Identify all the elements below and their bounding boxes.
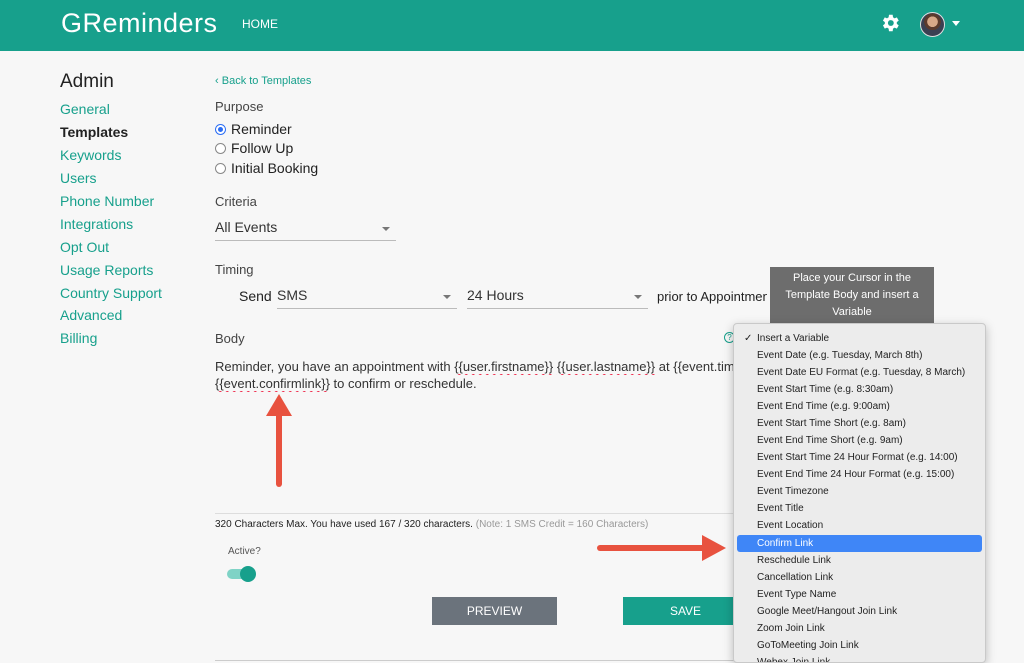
purpose-option-initial-booking[interactable]: Initial Booking	[215, 160, 318, 176]
chevron-down-icon	[634, 295, 642, 299]
sidebar-title: Admin	[60, 71, 114, 92]
sidebar-item-keywords[interactable]: Keywords	[60, 147, 121, 163]
menu-item-event-end-time[interactable]: Event End Time (e.g. 9:00am)	[737, 398, 982, 415]
brand-logo[interactable]: GReminders	[61, 8, 218, 39]
sidebar-item-billing[interactable]: Billing	[60, 330, 97, 346]
sidebar-item-usage-reports[interactable]: Usage Reports	[60, 262, 153, 278]
menu-item-cancellation-link[interactable]: Cancellation Link	[737, 569, 982, 586]
menu-item-event-start-time[interactable]: Event Start Time (e.g. 8:30am)	[737, 381, 982, 398]
purpose-option-reminder[interactable]: Reminder	[215, 121, 292, 137]
menu-item-event-type-name[interactable]: Event Type Name	[737, 586, 982, 603]
menu-item-zoom-link[interactable]: Zoom Join Link	[737, 620, 982, 637]
sidebar-item-country-support[interactable]: Country Support	[60, 285, 162, 301]
active-label: Active?	[228, 546, 261, 557]
menu-item-webex-link[interactable]: Webex Join Link	[737, 654, 982, 662]
prior-to-text: prior to Appointment S	[657, 289, 767, 304]
purpose-option-follow-up[interactable]: Follow Up	[215, 140, 293, 156]
chevron-down-icon	[443, 295, 451, 299]
send-method-value: SMS	[277, 287, 308, 303]
sidebar-item-templates[interactable]: Templates	[60, 124, 128, 140]
radio-label: Follow Up	[231, 140, 294, 156]
menu-item-event-end-time-short[interactable]: Event End Time Short (e.g. 9am)	[737, 432, 982, 449]
back-to-templates-link[interactable]: ‹ Back to Templates	[215, 75, 311, 87]
body-text: to confirm or reschedule.	[329, 376, 477, 391]
sidebar-item-users[interactable]: Users	[60, 170, 97, 186]
send-offset-select[interactable]: 24 Hours	[467, 287, 648, 309]
menu-item-google-meet-link[interactable]: Google Meet/Hangout Join Link	[737, 603, 982, 620]
checkmark-icon: ✓	[744, 333, 753, 344]
annotation-arrow-up	[266, 394, 292, 487]
insert-variable-tooltip: Place your Cursor in the Template Body a…	[770, 267, 934, 325]
chevron-left-icon: ‹	[215, 75, 219, 87]
sms-credit-note: (Note: 1 SMS Credit = 160 Characters)	[475, 519, 649, 530]
insert-variable-menu[interactable]: ✓ Insert a Variable Event Date (e.g. Tues…	[733, 323, 986, 663]
radio-button[interactable]	[215, 162, 226, 174]
sidebar-item-opt-out[interactable]: Opt Out	[60, 239, 109, 255]
character-count-text: 320 Characters Max. You have used 167 / …	[215, 519, 473, 530]
menu-item-reschedule-link[interactable]: Reschedule Link	[737, 552, 982, 569]
back-link-label: Back to Templates	[221, 75, 312, 87]
save-button[interactable]: SAVE	[623, 597, 748, 625]
sidebar-item-advanced[interactable]: Advanced	[60, 307, 122, 323]
criteria-select[interactable]: All Events	[215, 219, 396, 241]
annotation-arrow-right	[597, 535, 726, 561]
variable-token: {{event.tim	[673, 359, 735, 374]
menu-item-event-end-time-24h[interactable]: Event End Time 24 Hour Format (e.g. 15:0…	[737, 466, 982, 483]
sidebar-item-integrations[interactable]: Integrations	[60, 216, 133, 232]
chevron-down-icon	[382, 227, 390, 231]
sidebar-item-general[interactable]: General	[60, 101, 110, 117]
preview-button[interactable]: PREVIEW	[432, 597, 557, 625]
toggle-knob	[240, 566, 256, 582]
radio-label: Reminder	[231, 121, 292, 137]
body-label: Body	[215, 331, 245, 346]
radio-label: Initial Booking	[231, 160, 319, 176]
menu-item-gotomeeting-link[interactable]: GoToMeeting Join Link	[737, 637, 982, 654]
menu-item-event-date-eu[interactable]: Event Date EU Format (e.g. Tuesday, 8 Ma…	[737, 364, 982, 381]
divider	[215, 660, 735, 661]
menu-item-event-date[interactable]: Event Date (e.g. Tuesday, March 8th)	[737, 347, 982, 364]
variable-token: {{user.firstname}}	[454, 359, 554, 374]
variable-token-confirmlink: {{event.confirmlink}}	[215, 376, 330, 391]
body-text: Reminder, you have an appointment with	[215, 359, 455, 374]
chevron-down-icon[interactable]	[952, 21, 960, 26]
menu-item-insert-a-variable[interactable]: ✓ Insert a Variable	[737, 330, 982, 347]
send-method-select[interactable]: SMS	[277, 287, 457, 309]
menu-item-event-start-time-24h[interactable]: Event Start Time 24 Hour Format (e.g. 14…	[737, 449, 982, 466]
body-text: at	[655, 359, 674, 374]
top-nav-bar: GReminders HOME	[0, 0, 1024, 51]
menu-item-event-title[interactable]: Event Title	[737, 500, 982, 517]
menu-item-confirm-link[interactable]: Confirm Link	[737, 535, 982, 552]
send-label: Send	[239, 288, 272, 304]
send-offset-value: 24 Hours	[467, 287, 524, 303]
menu-item-event-start-time-short[interactable]: Event Start Time Short (e.g. 8am)	[737, 415, 982, 432]
gear-icon[interactable]	[879, 12, 901, 34]
timing-label: Timing	[215, 262, 254, 277]
active-toggle[interactable]	[227, 566, 256, 582]
menu-item-event-location[interactable]: Event Location	[737, 517, 982, 534]
radio-button[interactable]	[215, 123, 226, 135]
sidebar-item-phone-number[interactable]: Phone Number	[60, 193, 154, 209]
radio-button[interactable]	[215, 142, 226, 154]
character-count: 320 Characters Max. You have used 167 / …	[215, 519, 648, 530]
divider	[215, 513, 735, 514]
avatar[interactable]	[920, 12, 945, 37]
purpose-label: Purpose	[215, 99, 264, 114]
template-body-editor[interactable]: Reminder, you have an appointment with {…	[215, 358, 735, 392]
menu-item-event-timezone[interactable]: Event Timezone	[737, 483, 982, 500]
criteria-label: Criteria	[215, 194, 257, 209]
criteria-value: All Events	[215, 219, 278, 235]
home-link[interactable]: HOME	[242, 17, 278, 31]
variable-token: {{user.lastname}}	[556, 359, 656, 374]
